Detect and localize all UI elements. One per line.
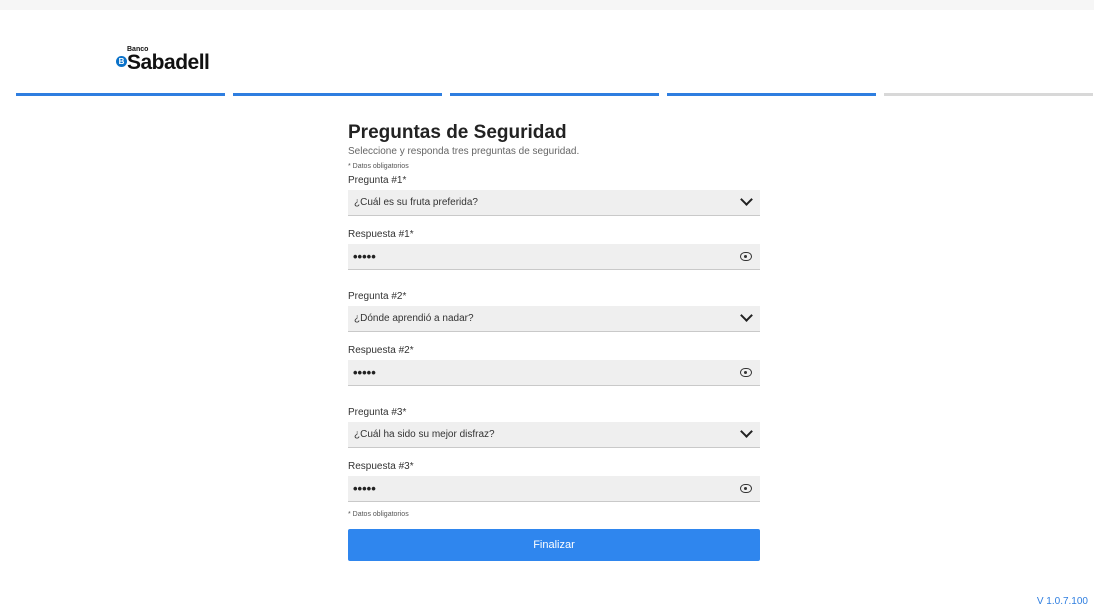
- question-3-select[interactable]: ¿Cuál ha sido su mejor disfraz?: [348, 422, 760, 448]
- answer-2-label: Respuesta #2*: [348, 345, 414, 356]
- progress-step-3: [450, 93, 659, 96]
- question-2-label: Pregunta #2*: [348, 291, 407, 302]
- question-1-label: Pregunta #1*: [348, 175, 407, 186]
- required-note-bottom: * Datos obligatorios: [348, 511, 409, 518]
- answer-3-input[interactable]: •••••: [348, 476, 760, 502]
- eye-icon[interactable]: [740, 484, 752, 493]
- question-3-value: ¿Cuál ha sido su mejor disfraz?: [354, 429, 495, 440]
- page-subtitle: Seleccione y responda tres preguntas de …: [348, 146, 580, 157]
- chevron-down-icon: [740, 309, 753, 322]
- question-3-label: Pregunta #3*: [348, 407, 407, 418]
- answer-1-label: Respuesta #1*: [348, 229, 414, 240]
- progress-step-4: [667, 93, 876, 96]
- progress-step-5: [884, 93, 1093, 96]
- finish-button[interactable]: Finalizar: [348, 529, 760, 561]
- answer-3-label: Respuesta #3*: [348, 461, 414, 472]
- logo-name: Sabadell: [127, 51, 210, 74]
- chevron-down-icon: [740, 193, 753, 206]
- top-strip: [0, 0, 1094, 10]
- question-2-select[interactable]: ¿Dónde aprendió a nadar?: [348, 306, 760, 332]
- answer-1-value: •••••: [353, 249, 376, 264]
- version-label: V 1.0.7.100: [1036, 596, 1088, 607]
- chevron-down-icon: [740, 425, 753, 438]
- question-1-value: ¿Cuál es su fruta preferida?: [354, 197, 478, 208]
- required-note: * Datos obligatorios: [348, 163, 409, 170]
- logo-badge-icon: B: [116, 56, 127, 67]
- answer-1-input[interactable]: •••••: [348, 244, 760, 270]
- eye-icon[interactable]: [740, 368, 752, 377]
- question-1-select[interactable]: ¿Cuál es su fruta preferida?: [348, 190, 760, 216]
- progress-step-1: [16, 93, 225, 96]
- question-2-value: ¿Dónde aprendió a nadar?: [354, 313, 474, 324]
- progress-step-2: [233, 93, 442, 96]
- security-questions-form: Preguntas de Seguridad Seleccione y resp…: [348, 122, 760, 561]
- eye-icon[interactable]: [740, 252, 752, 261]
- answer-3-value: •••••: [353, 481, 376, 496]
- answer-2-value: •••••: [353, 365, 376, 380]
- progress-bar: [16, 93, 1093, 96]
- page-title: Preguntas de Seguridad: [348, 122, 567, 143]
- answer-2-input[interactable]: •••••: [348, 360, 760, 386]
